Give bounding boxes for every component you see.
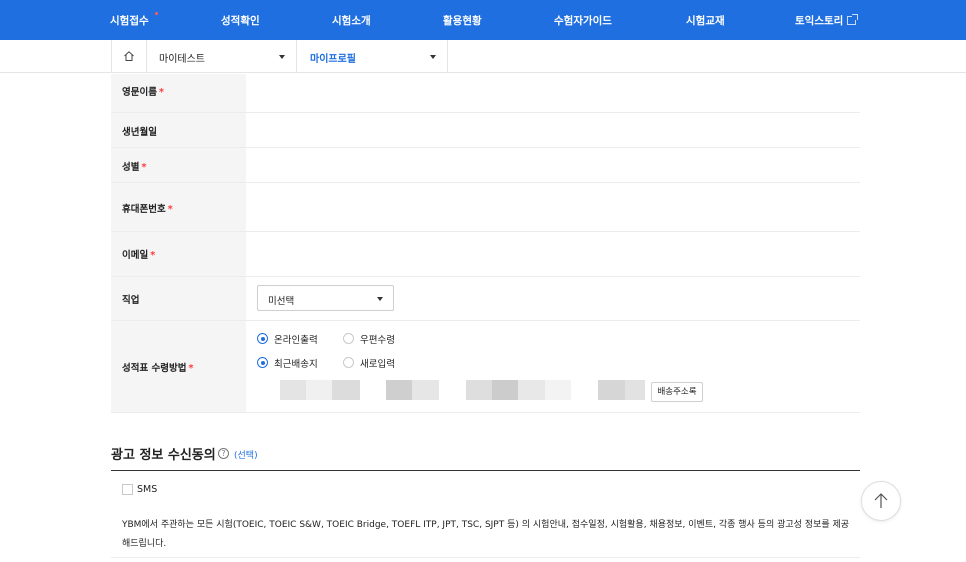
home-icon [124,51,134,61]
redacted-address-block [518,380,545,400]
optional-label: (선택) [234,451,258,461]
nav-item-exam-registration[interactable]: 시험접수 [110,13,149,28]
row-divider [111,557,860,558]
radio-online-print-label: 온라인출력 [274,335,318,346]
redacted-address-block [466,380,492,400]
sms-checkbox[interactable] [122,484,133,495]
address-book-button[interactable]: 배송주소록 [651,382,703,402]
nav-item-usage-status[interactable]: 활용현황 [443,13,482,28]
nav-item-score-check[interactable]: 성적확인 [221,13,260,28]
job-label: 직업 [122,295,140,306]
redacted-address-block [598,380,625,400]
top-navigation: 시험접수 성적확인 시험소개 활용현황 수험자가이드 시험교재 토익스토리 [0,0,966,40]
english-name-label: 영문이름 * [122,87,164,98]
form-row-email: 이메일 * [111,232,860,277]
redacted-address-block [412,380,439,400]
nav-item-exam-books[interactable]: 시험교재 [686,13,725,28]
radio-unchecked-icon [343,357,354,368]
redacted-address-block [625,380,645,400]
breadcrumb-select-level1[interactable]: 마이테스트 [147,40,297,73]
nav-item-examinee-guide[interactable]: 수험자가이드 [554,13,612,28]
form-row-job: 직업 [111,277,860,321]
form-label-cell: 이메일 * [111,232,246,276]
section-divider [111,470,860,471]
breadcrumb-select-level2[interactable]: 마이프로필 [297,40,448,73]
email-label: 이메일 * [122,250,156,261]
breadcrumb-level1-label: 마이테스트 [159,54,205,65]
ad-consent-description: YBM에서 주관하는 모든 시험(TOEIC, TOEIC S&W, TOEIC… [122,520,850,549]
breadcrumb: 마이테스트 마이프로필 [0,40,966,73]
gender-label: 성별 * [122,162,147,173]
radio-checked-icon [257,357,268,368]
new-dot [155,12,158,15]
chevron-down-icon [279,55,285,59]
radio-new-address-label: 새로입력 [360,359,395,370]
redacted-address-block [280,380,306,400]
report-method-label: 성적표 수령방법 * [122,363,194,374]
arrow-up-icon [874,493,888,508]
form-row-phone: 휴대폰번호 * [111,183,860,232]
form-row-gender: 성별 * [111,148,860,183]
sms-checkbox-label[interactable]: SMS [137,484,157,495]
phone-label: 휴대폰번호 * [122,204,173,215]
radio-checked-icon [257,333,268,344]
nav-item-exam-intro[interactable]: 시험소개 [332,13,371,28]
form-label-cell: 성적표 수령방법 * [111,321,246,412]
radio-recent-address-label: 최근배송지 [274,359,318,370]
redacted-address-block [492,380,518,400]
redacted-address-block [386,380,412,400]
form-row-english-name: 영문이름 * [111,74,860,113]
breadcrumb-level2-label: 마이프로필 [310,54,356,65]
ad-consent-title: 광고 정보 수신동의 [111,448,216,463]
external-link-icon [847,14,859,25]
redacted-address-block [306,380,332,400]
form-label-cell: 휴대폰번호 * [111,183,246,231]
radio-postal-label: 우편수령 [360,335,395,346]
form-label-cell: 성별 * [111,148,246,182]
chevron-down-icon [377,297,383,301]
job-select-value: 미선택 [268,296,295,307]
form-row-birth: 생년월일 [111,113,860,148]
scroll-to-top-button[interactable] [861,481,901,521]
nav-item-toeic-story-label: 토익스토리 [795,15,844,27]
form-label-cell: 생년월일 [111,113,246,147]
job-select[interactable]: 미선택 [257,285,394,311]
chevron-down-icon [430,55,436,59]
question-circle-icon[interactable]: ? [218,448,229,459]
redacted-address-block [332,380,360,400]
redacted-address-block [545,380,571,400]
nav-item-toeic-story[interactable]: 토익스토리 [795,13,859,28]
form-label-cell: 직업 [111,277,246,320]
radio-unchecked-icon [343,333,354,344]
home-button[interactable] [111,40,147,73]
form-label-cell: 영문이름 * [111,74,246,112]
birth-label: 생년월일 [122,127,157,138]
